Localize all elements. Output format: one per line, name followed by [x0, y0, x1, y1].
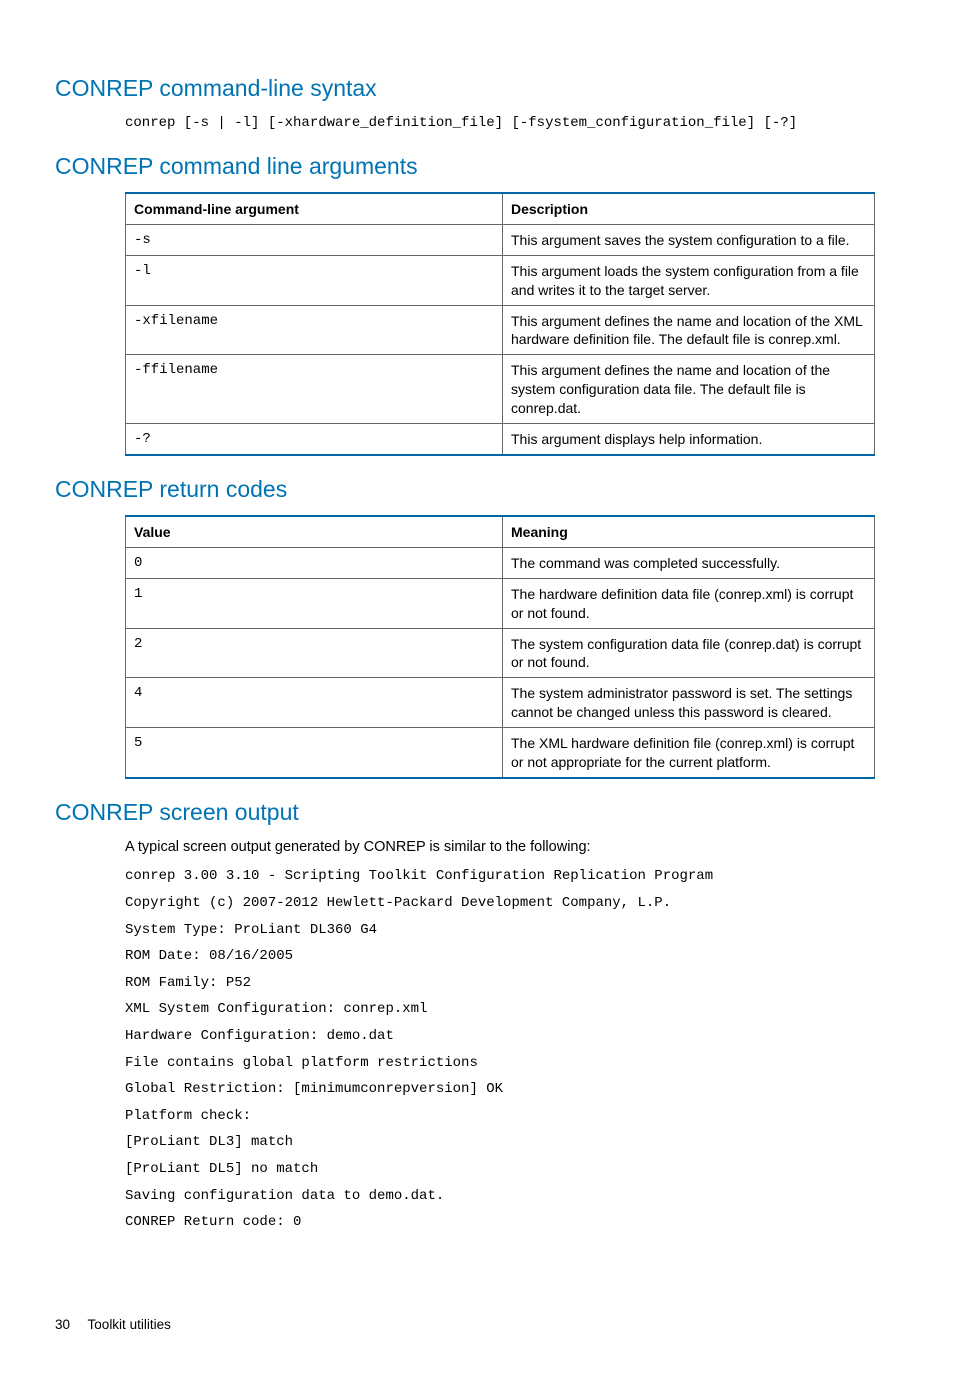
arg-cell: -?	[126, 424, 503, 455]
codes-col1-header: Value	[126, 516, 503, 547]
value-cell: 5	[126, 728, 503, 778]
heading-syntax: CONREP command-line syntax	[55, 73, 894, 104]
table-row: -ffilenameThis argument defines the name…	[126, 355, 875, 424]
desc-cell: This argument defines the name and locat…	[503, 305, 875, 355]
args-col2-header: Description	[503, 193, 875, 224]
heading-codes: CONREP return codes	[55, 474, 894, 505]
output-lines: conrep 3.00 3.10 - Scripting Toolkit Con…	[125, 863, 894, 1235]
arg-cell: -ffilename	[126, 355, 503, 424]
meaning-cell: The XML hardware definition file (conrep…	[503, 728, 875, 778]
heading-output: CONREP screen output	[55, 797, 894, 828]
meaning-cell: The system administrator password is set…	[503, 678, 875, 728]
table-row: -sThis argument saves the system configu…	[126, 224, 875, 255]
value-cell: 0	[126, 547, 503, 578]
meaning-cell: The command was completed successfully.	[503, 547, 875, 578]
page-number: 30	[55, 1316, 70, 1334]
table-row: 2The system configuration data file (con…	[126, 628, 875, 678]
desc-cell: This argument loads the system configura…	[503, 255, 875, 305]
codes-table: Value Meaning 0The command was completed…	[125, 515, 875, 779]
table-row: 5The XML hardware definition file (conre…	[126, 728, 875, 778]
table-row: -lThis argument loads the system configu…	[126, 255, 875, 305]
codes-col2-header: Meaning	[503, 516, 875, 547]
args-table: Command-line argument Description -sThis…	[125, 192, 875, 456]
desc-cell: This argument saves the system configura…	[503, 224, 875, 255]
desc-cell: This argument displays help information.	[503, 424, 875, 455]
output-intro: A typical screen output generated by CON…	[125, 838, 894, 858]
table-row: -xfilenameThis argument defines the name…	[126, 305, 875, 355]
heading-args: CONREP command line arguments	[55, 151, 894, 182]
meaning-cell: The system configuration data file (conr…	[503, 628, 875, 678]
table-row: -?This argument displays help informatio…	[126, 424, 875, 455]
value-cell: 1	[126, 578, 503, 628]
desc-cell: This argument defines the name and locat…	[503, 355, 875, 424]
table-row: 0The command was completed successfully.	[126, 547, 875, 578]
footer-title: Toolkit utilities	[88, 1317, 171, 1332]
arg-cell: -s	[126, 224, 503, 255]
meaning-cell: The hardware definition data file (conre…	[503, 578, 875, 628]
arg-cell: -l	[126, 255, 503, 305]
syntax-code: conrep [-s | -l] [-xhardware_definition_…	[125, 114, 894, 133]
table-row: 1The hardware definition data file (conr…	[126, 578, 875, 628]
arg-cell: -xfilename	[126, 305, 503, 355]
value-cell: 4	[126, 678, 503, 728]
args-col1-header: Command-line argument	[126, 193, 503, 224]
table-row: 4The system administrator password is se…	[126, 678, 875, 728]
page-footer: 30 Toolkit utilities	[55, 1316, 894, 1334]
value-cell: 2	[126, 628, 503, 678]
